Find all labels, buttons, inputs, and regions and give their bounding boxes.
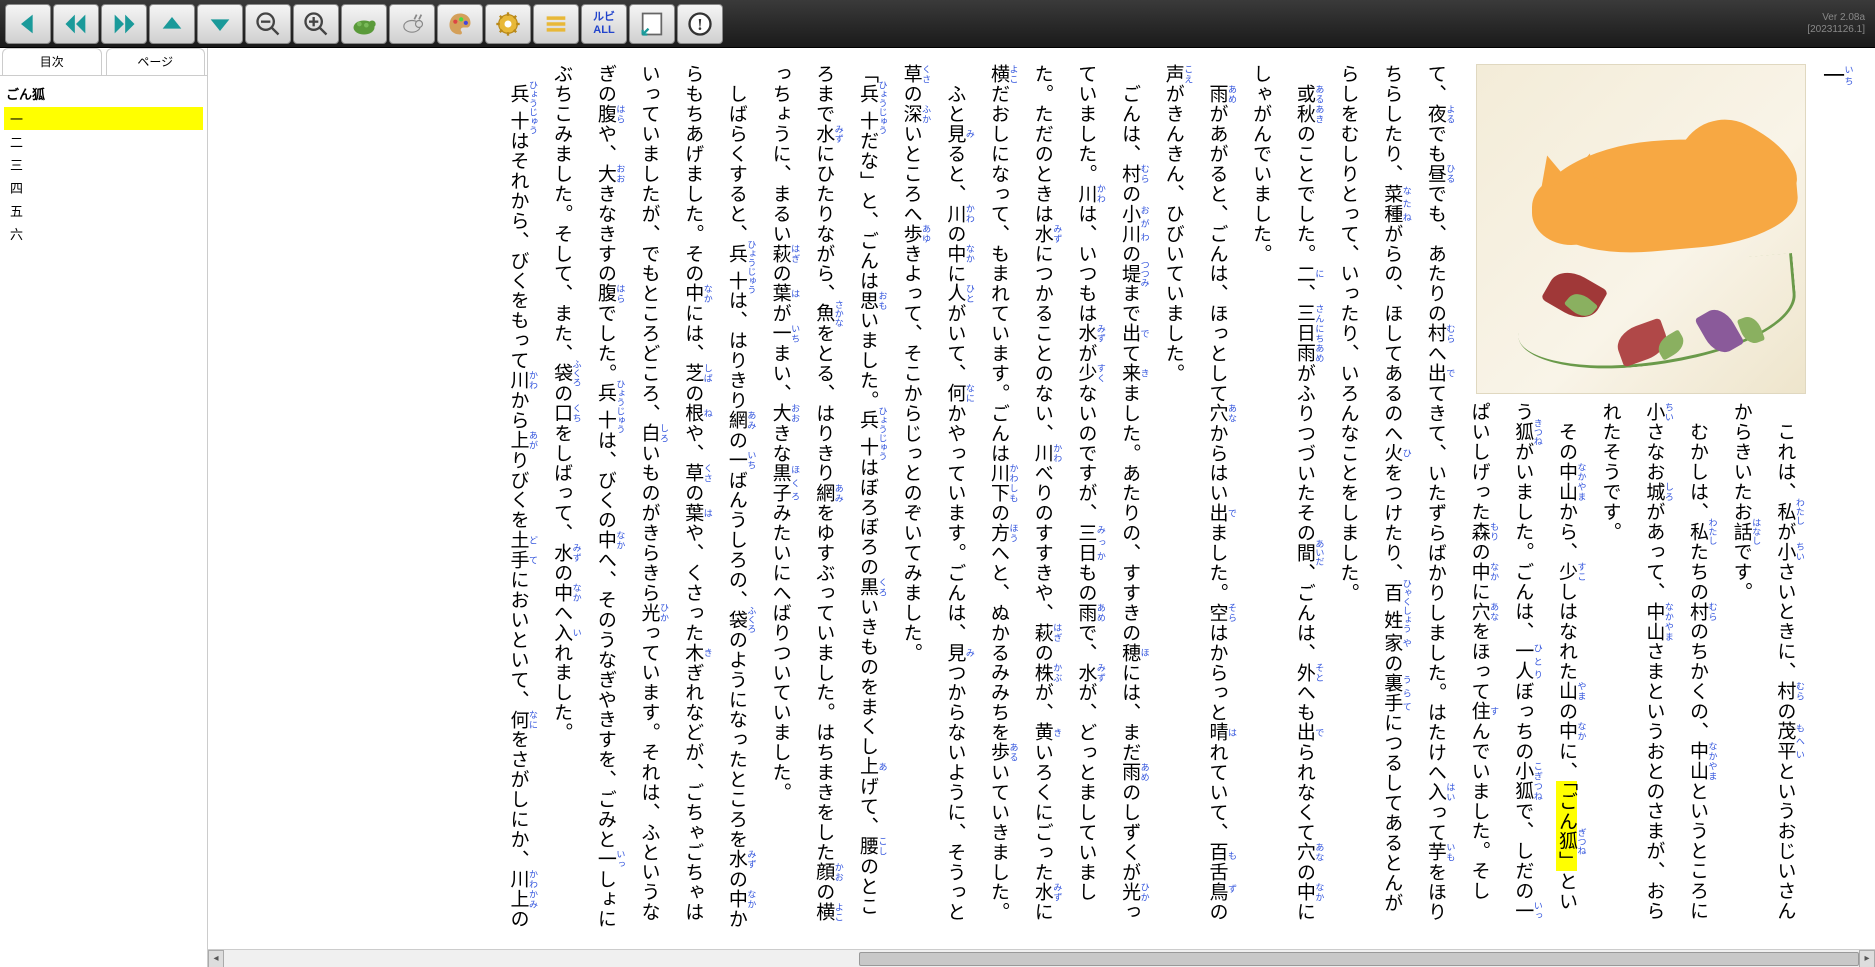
svg-text:!: ! (697, 14, 702, 33)
highlighted-text: 狐ぎつね (1556, 831, 1577, 851)
rewind-button[interactable] (53, 4, 99, 44)
toolbar: ルビALL ! Ver 2.08a [20231126.1] (0, 0, 1875, 48)
scroll-left-arrow[interactable]: ◂ (208, 950, 224, 967)
toc-item[interactable]: 五 (4, 199, 203, 222)
info-button[interactable]: ! (677, 4, 723, 44)
ruby-all-button[interactable]: ルビALL (581, 4, 627, 44)
slow-button[interactable] (341, 4, 387, 44)
sidebar: 目次 ページ ごん狐 一二三四五六 (0, 48, 208, 967)
forward-button[interactable] (101, 4, 147, 44)
paragraph: 雨あめがあがると、ごんは、ほっとして穴あなからはい出でました。空そらはからっと晴… (1151, 64, 1238, 931)
sidebar-tabs: 目次 ページ (0, 48, 207, 76)
reader-content[interactable]: 一いち これは、私わたしが小ちいさいときに、村むらの茂平もへいというおじいさんか… (208, 48, 1875, 947)
tab-toc[interactable]: 目次 (2, 48, 102, 75)
highlighted-text: 「ごん (1556, 781, 1577, 831)
layout-button[interactable] (629, 4, 675, 44)
paragraph: ごんは、村むらの小川おがわの堤つつみまで出でて来きました。あたりの、すすきの穂ほ… (976, 64, 1151, 931)
chapter-number: 一いち (1806, 64, 1857, 931)
toc-item[interactable]: 四 (4, 176, 203, 199)
toc-item[interactable]: 一 (4, 107, 203, 130)
lines-button[interactable] (533, 4, 579, 44)
fast-button[interactable] (389, 4, 435, 44)
prev-button[interactable] (5, 4, 51, 44)
settings-button[interactable] (485, 4, 531, 44)
zoom-out-button[interactable] (245, 4, 291, 44)
highlighted-text: 」 (1556, 851, 1577, 871)
toc-item[interactable]: 二 (4, 130, 203, 153)
toc-title[interactable]: ごん狐 (4, 80, 203, 107)
toc-item[interactable]: 六 (4, 222, 203, 245)
paragraph: 「兵十ひょうじゅうだな」と、ごんは思おもいました。兵十ひょうじゅうはぼろぼろの黒… (758, 64, 889, 931)
scroll-right-arrow[interactable]: ▸ (1859, 950, 1875, 967)
paragraph: ふと見みると、川かわの中なかに人ひとがいて、何なにかやっています。ごんは、見みつ… (889, 64, 976, 931)
horizontal-scrollbar[interactable]: ◂ ▸ (208, 949, 1875, 967)
paragraph: しばらくすると、兵十ひょうじゅうは、はりきり網あみの一いちばんうしろの、袋ふくろ… (539, 64, 757, 931)
up-button[interactable] (149, 4, 195, 44)
palette-button[interactable] (437, 4, 483, 44)
tab-page[interactable]: ページ (106, 48, 206, 75)
version-info: Ver 2.08a [20231126.1] (1807, 12, 1871, 36)
scroll-thumb[interactable] (859, 952, 1859, 966)
fox-illustration (1476, 64, 1806, 394)
toc-item[interactable]: 三 (4, 153, 203, 176)
paragraph: 或ある秋あきのことでした。二に、三日さんにち雨あめがふりつづいたその間あいだ、ご… (1238, 64, 1325, 931)
zoom-in-button[interactable] (293, 4, 339, 44)
down-button[interactable] (197, 4, 243, 44)
paragraph: 兵十ひょうじゅうはそれから、びくをもって川かわから上あがりびくを土手どてにおいと… (496, 64, 540, 931)
